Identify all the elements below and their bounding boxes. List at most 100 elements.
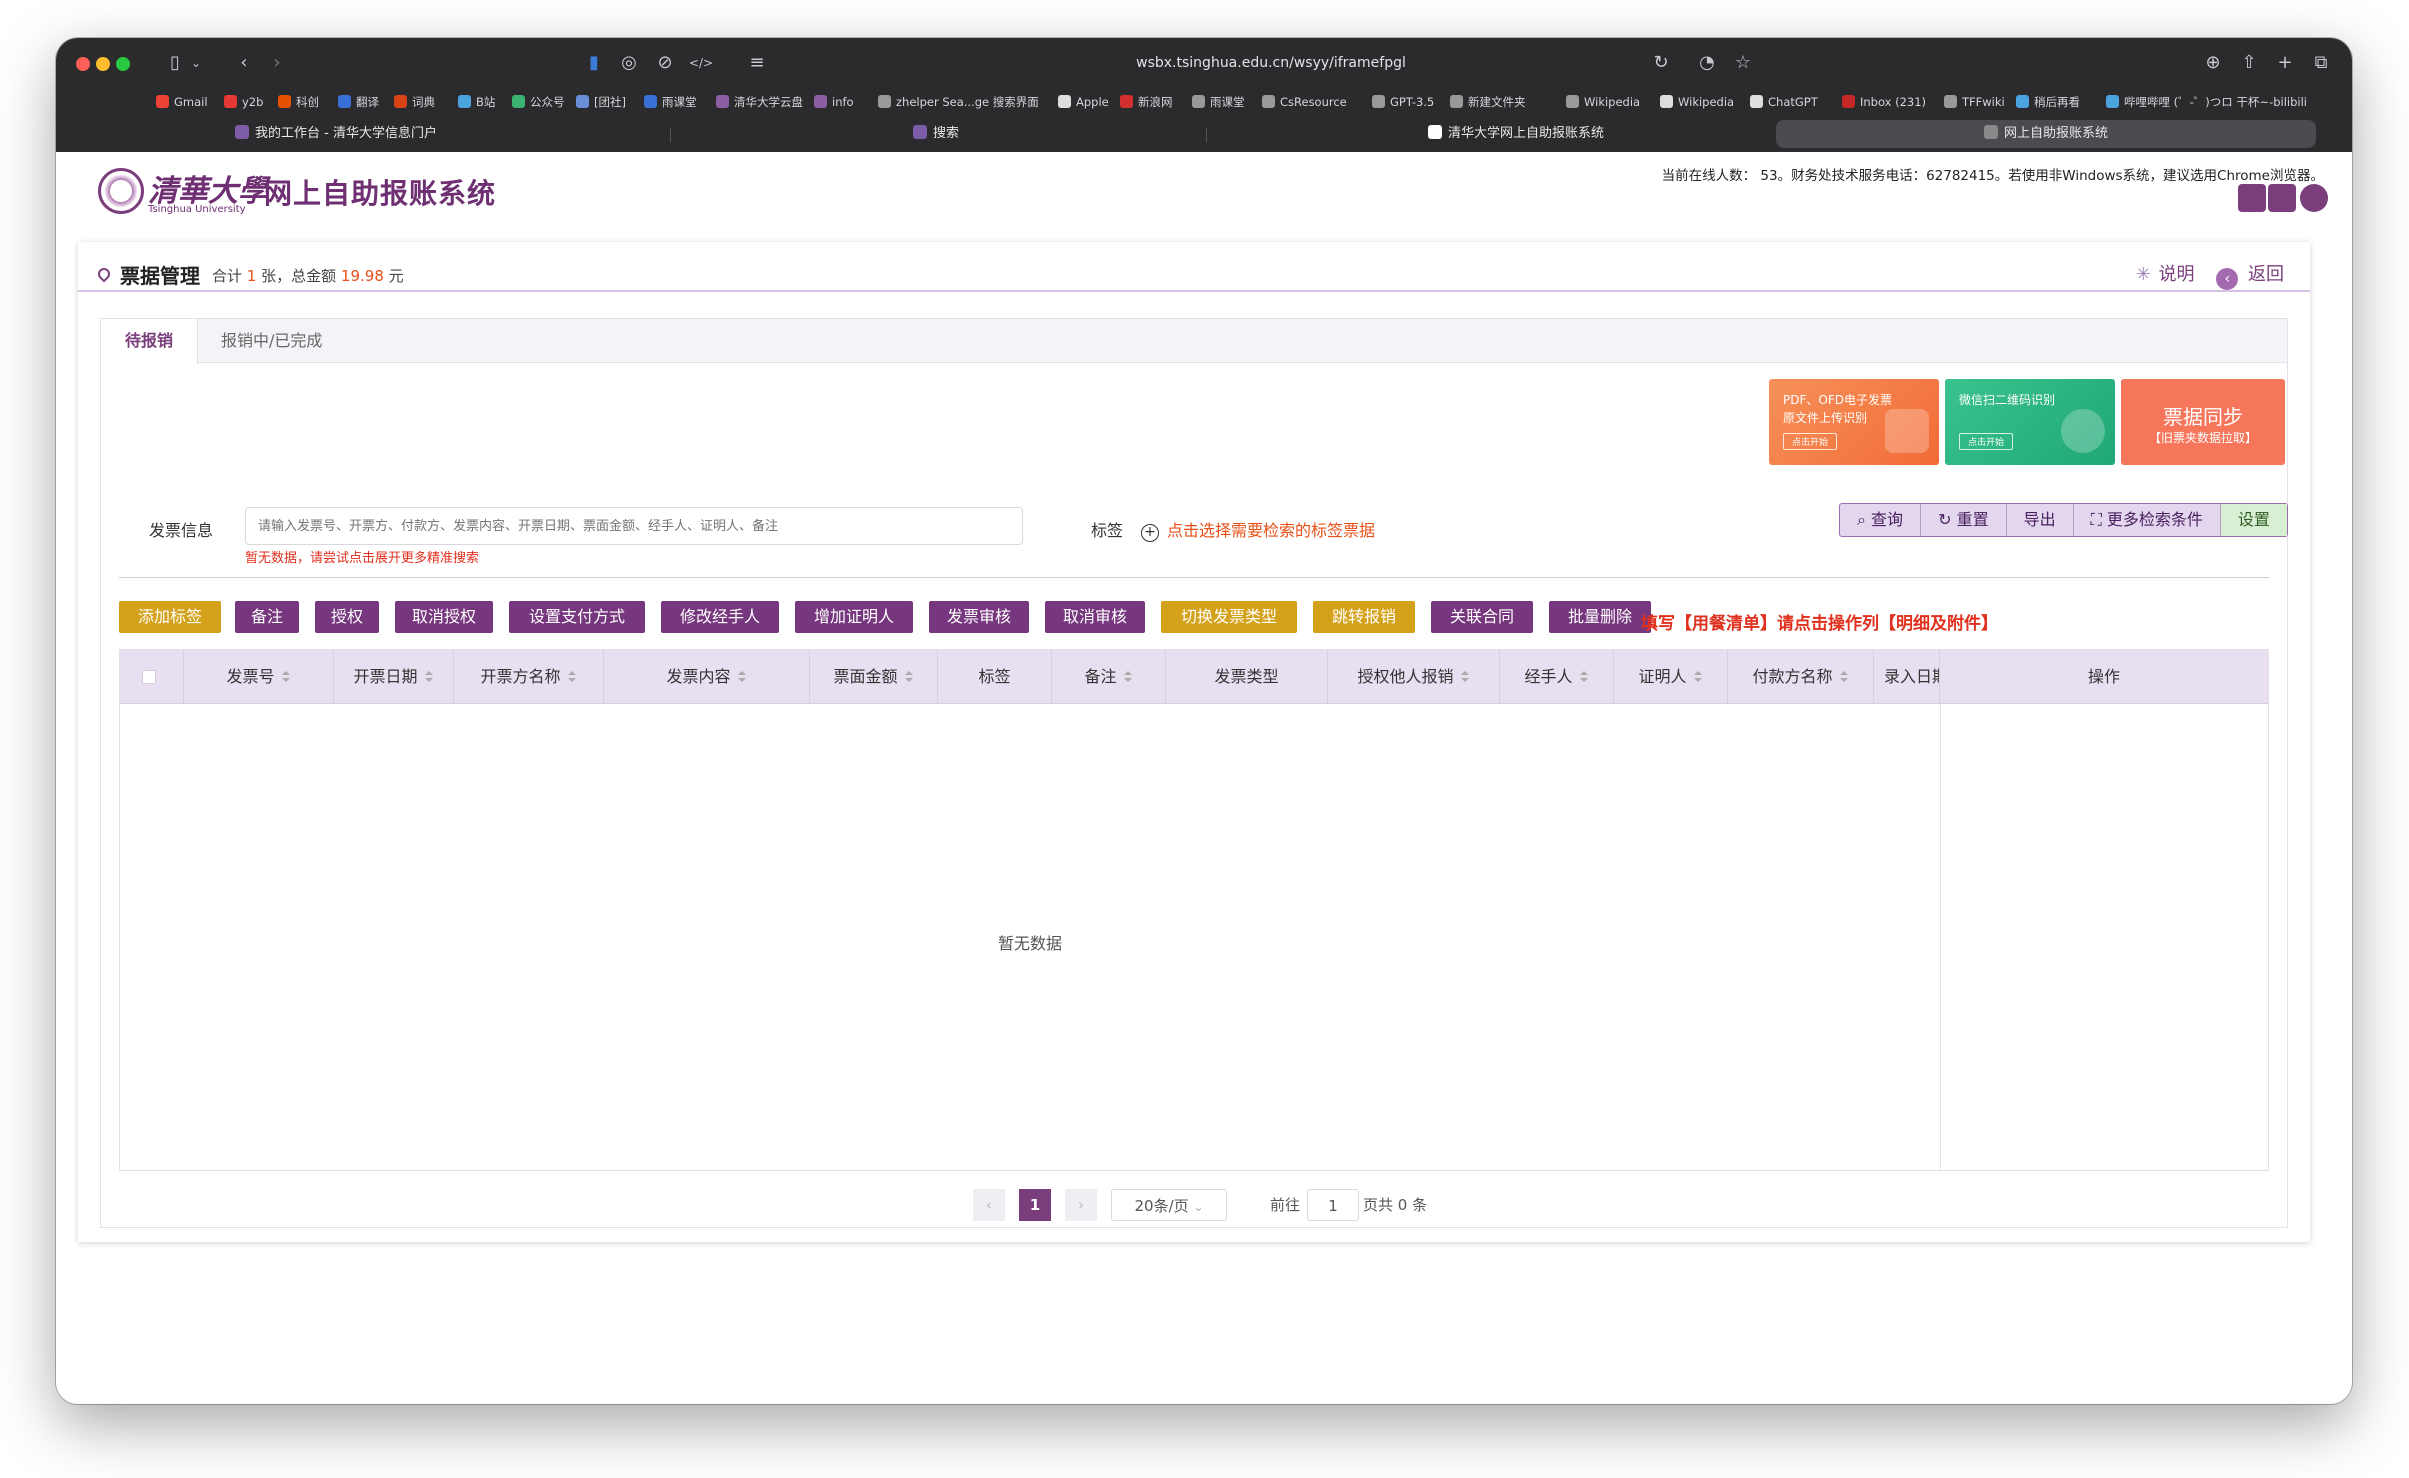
share-icon[interactable]: ⇧ — [2236, 50, 2262, 76]
note-button[interactable]: 备注 — [235, 601, 299, 633]
power-icon[interactable] — [2300, 184, 2328, 212]
help-link[interactable]: 说明 — [2159, 264, 2195, 285]
forward-arrow-icon[interactable]: › — [264, 50, 290, 76]
browser-tab-active[interactable]: 网上自助报账系统 — [1776, 120, 2316, 148]
chevron-down-icon[interactable]: ⌄ — [188, 50, 204, 76]
minimize-window-button[interactable] — [96, 57, 110, 71]
close-window-button[interactable] — [76, 57, 90, 71]
add-tag-button[interactable]: 添加标签 — [119, 601, 221, 633]
bookmark-item[interactable]: Wikipedia — [1660, 93, 1734, 111]
bookmark-item[interactable]: Wikipedia — [1566, 93, 1640, 111]
cancel-audit-button[interactable]: 取消审核 — [1045, 601, 1145, 633]
sort-icon[interactable] — [1693, 671, 1703, 683]
speaker-icon[interactable] — [2238, 184, 2266, 212]
authorize-button[interactable]: 授权 — [315, 601, 379, 633]
page-number[interactable]: 1 — [1019, 1189, 1051, 1221]
bookmark-item[interactable]: 翻译 — [338, 93, 379, 111]
column-header[interactable]: 发票内容 — [604, 650, 810, 704]
download-icon[interactable]: ⊕ — [2200, 50, 2226, 76]
bookmark-item[interactable]: TFFwiki — [1944, 93, 2005, 111]
bookmark-item[interactable]: 清华大学云盘 — [716, 93, 803, 111]
wechat-scan-start-button[interactable]: 点击开始 — [1959, 433, 2014, 450]
browser-tab[interactable]: 搜索 — [876, 120, 996, 148]
invoice-audit-button[interactable]: 发票审核 — [929, 601, 1029, 633]
modify-handler-button[interactable]: 修改经手人 — [661, 601, 779, 633]
back-arrow-icon[interactable]: ‹ — [231, 50, 257, 76]
bookmark-item[interactable]: 哔哩哔哩 (゜-゜)つロ 干杯~-bilibili — [2106, 93, 2307, 111]
column-header[interactable]: 授权他人报销 — [1328, 650, 1500, 704]
compass-icon[interactable]: ⊘ — [652, 50, 678, 76]
goto-page-input[interactable]: 1 — [1307, 1189, 1359, 1221]
switch-invoice-type-button[interactable]: 切换发票类型 — [1161, 601, 1297, 633]
bookmark-item[interactable]: CsResource — [1262, 93, 1347, 111]
bookmark-item[interactable]: [团社] — [576, 93, 626, 111]
bookmark-item[interactable]: Inbox (231) — [1842, 93, 1926, 111]
bookmark-item[interactable]: 新建文件夹 — [1450, 93, 1526, 111]
star-icon[interactable]: ☆ — [1730, 50, 1756, 76]
zoom-window-button[interactable] — [116, 57, 130, 71]
bookmark-item[interactable]: 科创 — [278, 93, 319, 111]
column-header[interactable]: 开票方名称 — [454, 650, 604, 704]
sort-icon[interactable] — [737, 671, 747, 683]
reader-icon[interactable]: ≡ — [744, 50, 770, 76]
history-icon[interactable]: ◔ — [1694, 50, 1720, 76]
bookmark-item[interactable]: 公众号 — [512, 93, 565, 111]
bookmark-item[interactable]: 词典 — [394, 93, 435, 111]
go-reimburse-button[interactable]: 跳转报销 — [1313, 601, 1415, 633]
tag-select-link[interactable]: + 点击选择需要检索的标签票据 — [1141, 517, 1375, 542]
sort-icon[interactable] — [1579, 671, 1589, 683]
set-payment-button[interactable]: 设置支付方式 — [509, 601, 645, 633]
sort-icon[interactable] — [904, 671, 914, 683]
bookmark-item[interactable]: B站 — [458, 93, 495, 111]
column-header[interactable]: 开票日期 — [334, 650, 454, 704]
column-header[interactable]: 备注 — [1052, 650, 1166, 704]
column-header[interactable]: 录入日期 — [1874, 650, 1940, 704]
sort-icon[interactable] — [424, 671, 434, 683]
bookmark-item[interactable]: 雨课堂 — [1192, 93, 1245, 111]
reset-button[interactable]: ↻ 重置 — [1921, 504, 2007, 536]
invoice-search-input[interactable] — [245, 507, 1023, 545]
select-all-checkbox[interactable] — [142, 670, 156, 684]
bookmark-item[interactable]: Apple — [1058, 93, 1109, 111]
page-size-select[interactable]: 20条/页 ⌄ — [1111, 1189, 1227, 1221]
bookmark-item[interactable]: 新浪网 — [1120, 93, 1173, 111]
more-filters-button[interactable]: ⛶ 更多检索条件 — [2074, 504, 2221, 536]
query-button[interactable]: ⌕ 查询 — [1840, 504, 1922, 536]
bookmark-item[interactable]: zhelper Sea...ge 搜索界面 — [878, 93, 1039, 111]
sort-icon[interactable] — [1123, 671, 1133, 683]
bookmark-item[interactable]: ChatGPT — [1750, 93, 1818, 111]
pdf-upload-start-button[interactable]: 点击开始 — [1783, 433, 1838, 450]
sort-icon[interactable] — [1839, 671, 1849, 683]
extension-icon[interactable]: ▮ — [581, 50, 607, 76]
column-header[interactable]: 付款方名称 — [1728, 650, 1874, 704]
record-icon[interactable]: ◎ — [616, 50, 642, 76]
bookmark-item[interactable]: 稍后再看 — [2016, 93, 2080, 111]
export-button[interactable]: 导出 — [2007, 504, 2074, 536]
batch-delete-button[interactable]: 批量删除 — [1549, 601, 1651, 633]
sort-icon[interactable] — [1460, 671, 1470, 683]
reload-icon[interactable]: ↻ — [1648, 50, 1674, 76]
tab-pending[interactable]: 待报销 — [101, 319, 199, 364]
column-header[interactable]: 发票号 — [184, 650, 334, 704]
bookmark-item[interactable]: 雨课堂 — [644, 93, 697, 111]
sidebar-icon[interactable]: ▯ — [162, 50, 188, 76]
link-contract-button[interactable]: 关联合同 — [1431, 601, 1533, 633]
wechat-scan-card[interactable]: 微信扫二维码识别 点击开始 — [1945, 379, 2115, 465]
pdf-upload-card[interactable]: PDF、OFD电子发票 原文件上传识别 点击开始 — [1769, 379, 1939, 465]
bookmark-item[interactable]: info — [814, 93, 854, 111]
bookmark-item[interactable]: GPT-3.5 — [1372, 93, 1434, 111]
bookmark-item[interactable]: Gmail — [156, 93, 208, 111]
prev-page-button[interactable]: ‹ — [973, 1189, 1005, 1221]
column-header[interactable]: 票面金额 — [810, 650, 938, 704]
code-icon[interactable]: </> — [688, 50, 714, 76]
tab-completed[interactable]: 报销中/已完成 — [197, 319, 346, 363]
next-page-button[interactable]: › — [1065, 1189, 1097, 1221]
add-witness-button[interactable]: 增加证明人 — [795, 601, 913, 633]
browser-tab[interactable]: 我的工作台 - 清华大学信息门户 — [216, 120, 456, 148]
column-header[interactable]: 经手人 — [1500, 650, 1614, 704]
new-tab-icon[interactable]: + — [2272, 50, 2298, 76]
column-header[interactable]: 证明人 — [1614, 650, 1728, 704]
invoice-sync-card[interactable]: 票据同步 【旧票夹数据拉取】 — [2121, 379, 2285, 465]
sort-icon[interactable] — [567, 671, 577, 683]
browser-tab[interactable]: 清华大学网上自助报账系统 — [1396, 120, 1636, 148]
